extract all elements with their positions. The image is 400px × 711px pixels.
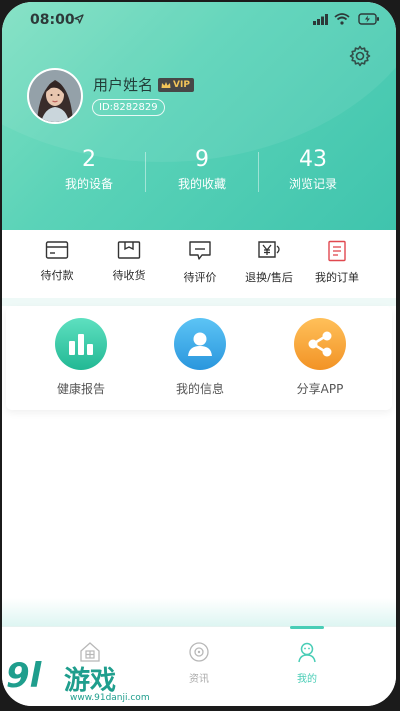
service-icon-circle [174, 318, 226, 370]
tab-label: 我的 [297, 674, 317, 685]
user-profile-icon [188, 332, 212, 356]
stats-row: 2 我的设备 9 我的收藏 43 浏览记录 [2, 147, 396, 197]
package-box-icon [117, 241, 141, 259]
user-id-pill: ID:8282829 [92, 99, 165, 116]
order-pending-receipt[interactable]: 待收货 [94, 240, 164, 283]
status-bar: 08:00 [2, 2, 396, 38]
order-my-orders[interactable]: 我的订单 [302, 240, 372, 285]
content-bottom-fade [2, 598, 396, 628]
order-refund-aftersale[interactable]: 退换/售后 [234, 240, 304, 285]
share-icon [308, 331, 332, 357]
order-pending-review[interactable]: 待评价 [165, 240, 235, 285]
stat-value: 43 [299, 147, 327, 172]
stat-history[interactable]: 43 浏览记录 [248, 147, 378, 193]
service-my-info[interactable]: 我的信息 [145, 318, 255, 397]
section-separator [2, 298, 396, 306]
order-list-icon [328, 240, 346, 262]
status-time: 08:00 [30, 12, 75, 28]
order-label: 我的订单 [315, 271, 359, 284]
order-label: 待评价 [183, 271, 217, 284]
order-label: 退换/售后 [245, 271, 293, 284]
tab-mine[interactable]: 我的 [267, 641, 347, 685]
crown-icon [161, 82, 171, 88]
username: 用户姓名 [93, 76, 154, 94]
news-disc-icon [189, 642, 209, 662]
order-shortcuts: 待付款 待收货 待评价 退换/售后 我的订单 [2, 230, 396, 298]
stat-label: 浏览记录 [288, 177, 337, 191]
service-icon-circle [55, 318, 107, 370]
stat-label: 我的设备 [64, 177, 113, 191]
avatar-photo-icon [29, 70, 81, 122]
service-label: 分享APP [296, 382, 344, 396]
yen-refund-icon [258, 241, 280, 258]
watermark-text: 游戏 [64, 666, 117, 696]
wallet-card-icon [45, 241, 69, 259]
user-tab-icon [298, 642, 316, 663]
site-watermark: 9l 游戏 www.91danji.com [6, 656, 156, 708]
battery-icon [358, 13, 379, 25]
service-icon-circle [294, 318, 346, 370]
cellular-signal-icon [313, 14, 328, 25]
phone-screen: 08:00 用户姓名 VIP ID:8282829 2 我的设备 9 我的收藏 … [2, 2, 396, 706]
active-tab-indicator [290, 626, 324, 629]
service-label: 健康报告 [56, 382, 105, 396]
location-arrow-icon [74, 14, 84, 24]
stat-value: 2 [82, 147, 96, 172]
avatar[interactable] [27, 68, 83, 124]
service-health-report[interactable]: 健康报告 [26, 318, 136, 397]
watermark-url: www.91danji.com [68, 693, 152, 703]
order-pending-payment[interactable]: 待付款 [22, 240, 92, 283]
stat-devices[interactable]: 2 我的设备 [24, 147, 154, 193]
vip-badge: VIP [158, 78, 194, 92]
bar-chart-icon [69, 334, 93, 355]
profile-header: 08:00 用户姓名 VIP ID:8282829 2 我的设备 9 我的收藏 … [2, 2, 396, 230]
watermark-number: 9l [6, 656, 42, 696]
tab-label: 资讯 [189, 674, 209, 685]
settings-gear-icon[interactable] [348, 44, 372, 68]
service-cards: 健康报告 我的信息 分享APP [6, 306, 392, 410]
service-label: 我的信息 [175, 382, 224, 396]
wifi-icon [334, 13, 350, 25]
comment-bubble-icon [189, 241, 211, 260]
service-share-app[interactable]: 分享APP [265, 318, 375, 397]
order-label: 待付款 [40, 269, 74, 282]
vip-label: VIP [173, 80, 190, 90]
tab-news[interactable]: 资讯 [159, 641, 239, 685]
order-label: 待收货 [112, 269, 146, 282]
